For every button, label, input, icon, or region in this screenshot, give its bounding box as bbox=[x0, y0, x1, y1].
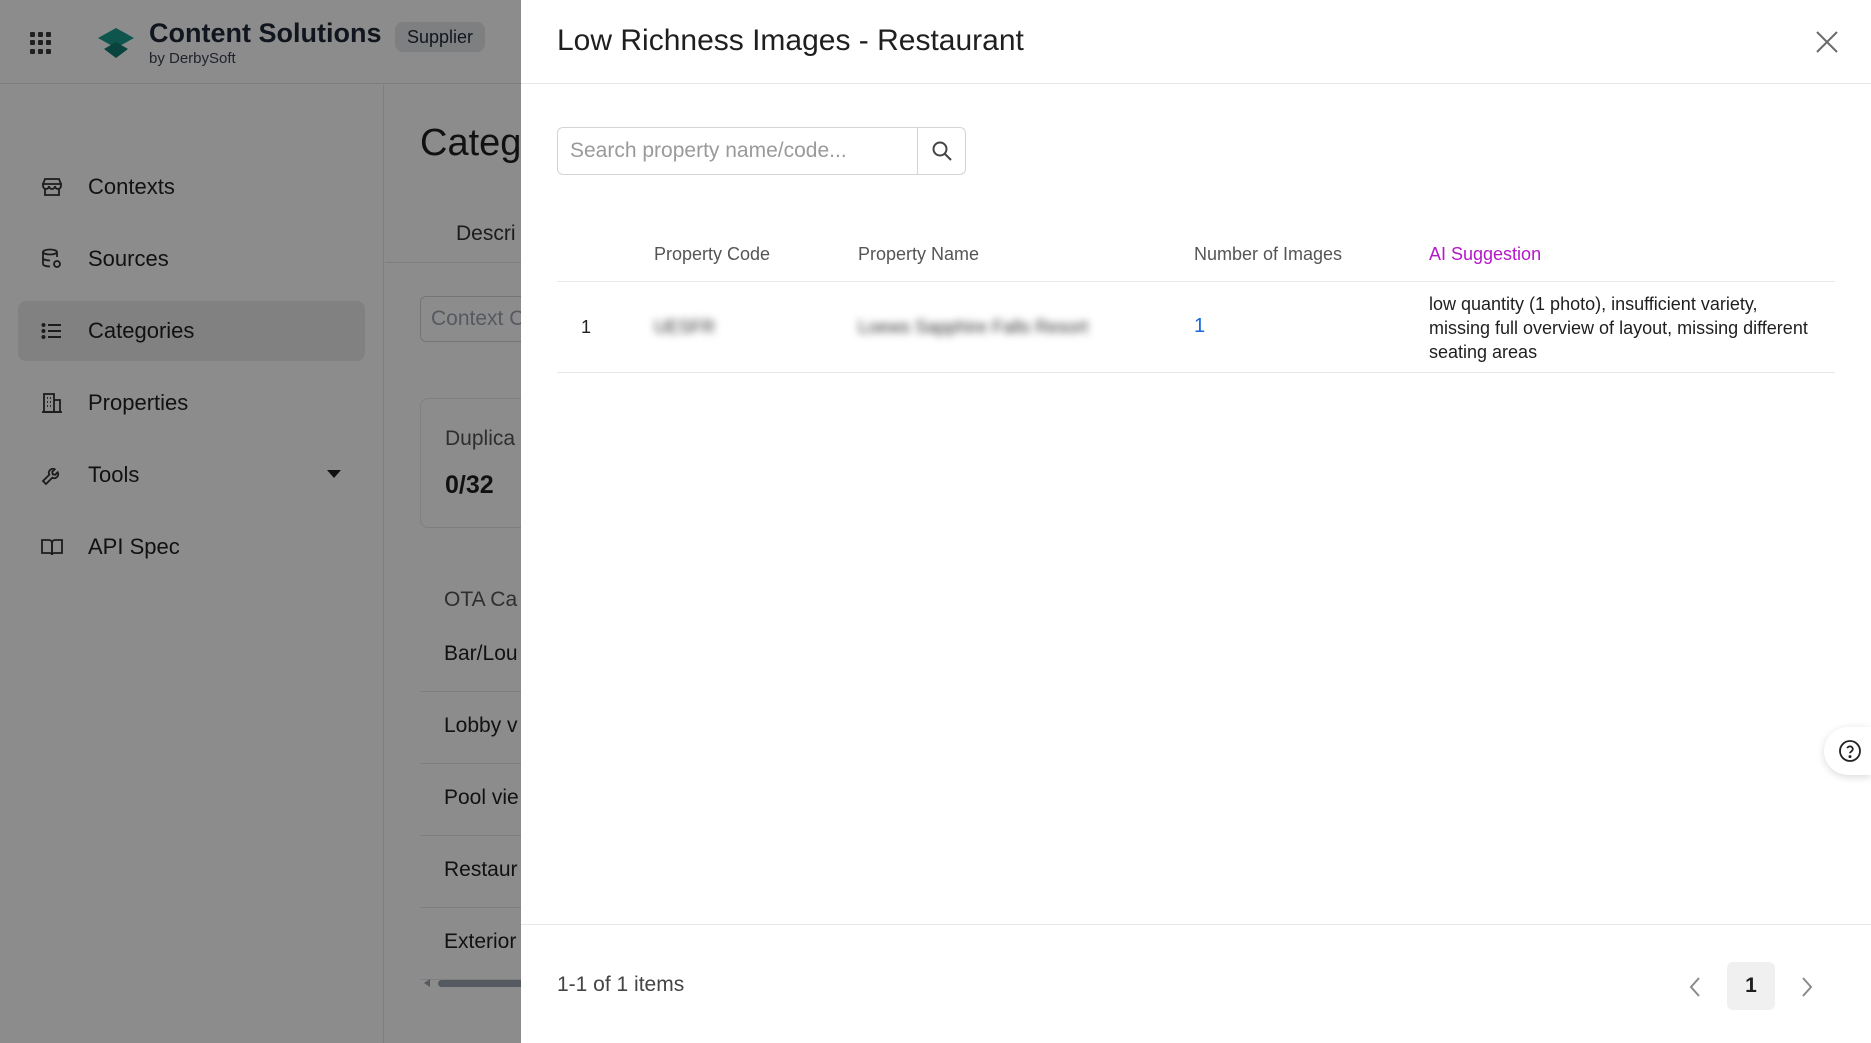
chevron-left-icon bbox=[1689, 977, 1700, 997]
drawer-title: Low Richness Images - Restaurant bbox=[557, 24, 1024, 57]
column-header-number-of-images: Number of Images bbox=[1194, 244, 1343, 264]
help-button[interactable] bbox=[1824, 727, 1871, 775]
close-button[interactable] bbox=[1811, 26, 1843, 58]
ai-suggestion-cell: low quantity (1 photo), insufficient var… bbox=[1429, 294, 1808, 362]
low-richness-drawer: Low Richness Images - Restaurant Propert… bbox=[521, 0, 1871, 1043]
table-header: Property Code Property Name Number of Im… bbox=[557, 232, 1835, 282]
search-button[interactable] bbox=[917, 127, 966, 175]
image-count-link[interactable]: 1 bbox=[1194, 315, 1205, 338]
page-1-button[interactable]: 1 bbox=[1727, 962, 1775, 1010]
column-header-property-name: Property Name bbox=[858, 244, 980, 264]
property-code-cell: UESFR bbox=[654, 317, 716, 337]
pagination-summary: 1-1 of 1 items bbox=[557, 973, 685, 996]
help-icon bbox=[1838, 740, 1861, 762]
search-input[interactable] bbox=[557, 127, 918, 175]
column-header-property-code: Property Code bbox=[654, 244, 771, 264]
table-row: 1 UESFR Loews Sapphire Falls Resort 1 lo… bbox=[557, 282, 1835, 373]
row-index: 1 bbox=[581, 317, 592, 337]
property-search bbox=[557, 127, 966, 175]
next-page-button[interactable] bbox=[1791, 969, 1823, 1005]
property-name-cell: Loews Sapphire Falls Resort bbox=[858, 317, 1089, 337]
column-header-ai-suggestion: AI Suggestion bbox=[1429, 244, 1542, 264]
chevron-right-icon bbox=[1802, 977, 1813, 997]
search-icon bbox=[932, 141, 952, 161]
drawer-footer: 1-1 of 1 items 1 bbox=[521, 924, 1871, 1043]
drawer-header: Low Richness Images - Restaurant bbox=[521, 0, 1871, 84]
previous-page-button[interactable] bbox=[1679, 969, 1711, 1005]
low-richness-table: Property Code Property Name Number of Im… bbox=[557, 232, 1835, 373]
close-icon bbox=[1816, 31, 1838, 53]
